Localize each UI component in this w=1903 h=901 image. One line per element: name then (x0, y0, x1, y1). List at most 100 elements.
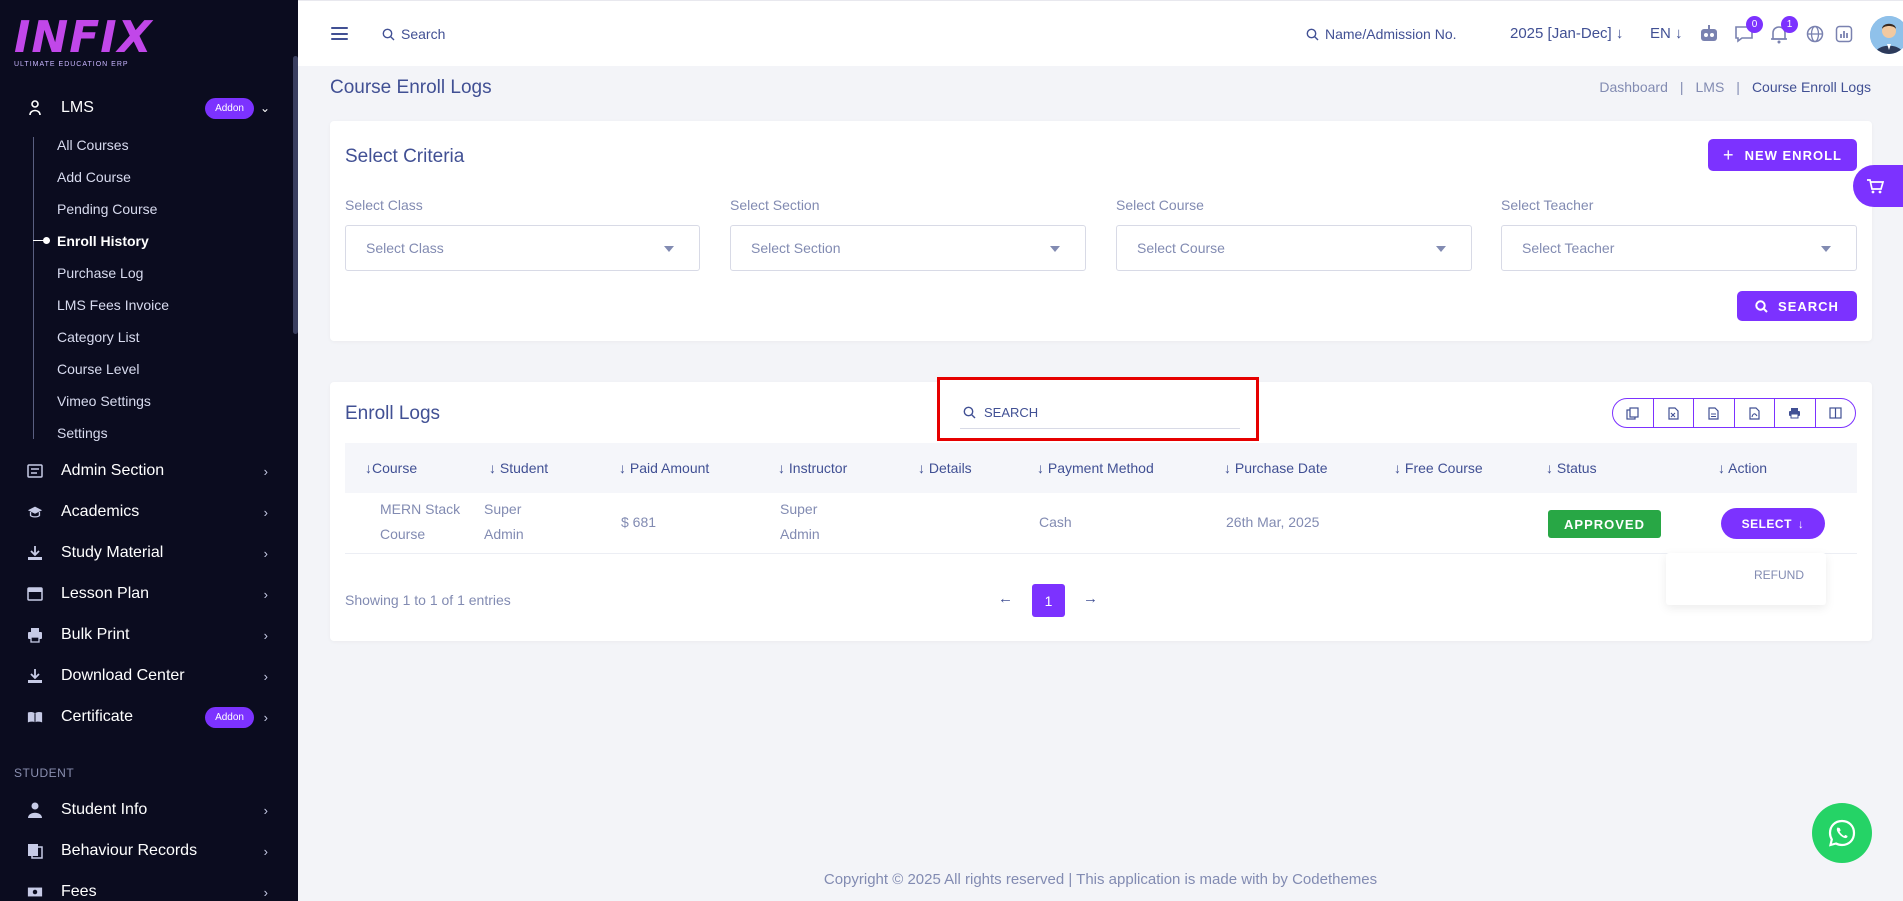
table-search-placeholder: SEARCH (984, 405, 1039, 420)
pdf-icon[interactable] (1735, 399, 1775, 427)
cell-payment-method: Cash (1039, 514, 1072, 530)
sidebar-item-certificate[interactable]: Certificate Addon › (0, 700, 290, 734)
breadcrumb-dashboard[interactable]: Dashboard (1599, 79, 1668, 95)
lms-icon (27, 100, 43, 116)
sidebar-item-fees[interactable]: Fees › (0, 875, 290, 901)
logo-text: INFIX (14, 12, 153, 63)
action-select-button[interactable]: SELECT ↓ (1721, 508, 1825, 539)
globe-icon[interactable] (1803, 22, 1827, 46)
chevron-right-icon: › (263, 885, 268, 900)
language-select[interactable]: EN ↓ (1650, 25, 1683, 42)
sidebar-subitem-course-level[interactable]: Course Level (57, 361, 140, 377)
col-label: Payment Method (1047, 460, 1154, 476)
search-button[interactable]: SEARCH (1737, 291, 1857, 321)
section-label: Select Section (730, 197, 820, 213)
sidebar-item-study-material[interactable]: Study Material › (0, 536, 290, 570)
col-label: Instructor (788, 460, 848, 476)
sidebar-item-lesson-plan[interactable]: Lesson Plan › (0, 577, 290, 611)
col-student[interactable]: ↓ Student (489, 460, 548, 476)
breadcrumb-lms[interactable]: LMS (1696, 79, 1725, 95)
sidebar-item-label: Admin Section (61, 462, 165, 479)
menu-toggle-icon[interactable] (331, 27, 348, 40)
academic-year-value: 2025 [Jan-Dec] (1510, 25, 1612, 42)
page-number[interactable]: 1 (1032, 584, 1065, 617)
sidebar-item-academics[interactable]: Academics › (0, 495, 290, 529)
col-instructor[interactable]: ↓ Instructor (778, 460, 847, 476)
col-payment-method[interactable]: ↓ Payment Method (1037, 460, 1154, 476)
col-details[interactable]: ↓ Details (918, 460, 972, 476)
enroll-logs-title: Enroll Logs (345, 403, 441, 424)
arrow-right-icon[interactable]: → (1083, 590, 1098, 607)
col-status[interactable]: ↓ Status (1546, 460, 1597, 476)
sidebar-item-label: Behaviour Records (61, 842, 198, 859)
search-icon (1755, 299, 1768, 313)
col-action[interactable]: ↓ Action (1718, 460, 1767, 476)
messages-badge: 0 (1746, 16, 1763, 33)
chart-icon[interactable] (1832, 22, 1856, 46)
avatar[interactable] (1870, 16, 1903, 54)
robot-icon[interactable] (1697, 22, 1721, 46)
action-select-label: SELECT (1741, 516, 1792, 531)
chevron-right-icon: › (263, 505, 268, 520)
sidebar-item-download-center[interactable]: Download Center › (0, 659, 290, 693)
col-paid-amount[interactable]: ↓ Paid Amount (619, 460, 709, 476)
section-select[interactable]: Select Section (730, 225, 1086, 271)
addon-badge: Addon (205, 98, 254, 119)
user-icon (27, 802, 43, 818)
whatsapp-icon[interactable] (1812, 803, 1872, 863)
copy-icon[interactable] (1613, 399, 1654, 427)
col-purchase-date[interactable]: ↓ Purchase Date (1224, 460, 1328, 476)
new-enroll-button[interactable]: + NEW ENROLL (1708, 139, 1857, 171)
columns-icon[interactable] (1816, 399, 1856, 427)
sidebar-subitem-pending-course[interactable]: Pending Course (57, 201, 157, 217)
col-free-course[interactable]: ↓ Free Course (1394, 460, 1483, 476)
sidebar-subitem-all-courses[interactable]: All Courses (57, 137, 129, 153)
sidebar-subitem-lms-fees-invoice[interactable]: LMS Fees Invoice (57, 297, 169, 313)
sidebar-item-bulk-print[interactable]: Bulk Print › (0, 618, 290, 652)
chevron-right-icon: › (263, 628, 268, 643)
money-icon (27, 884, 43, 900)
admission-search[interactable]: Name/Admission No. (1306, 26, 1457, 42)
cell-paid-amount: $ 681 (621, 514, 657, 530)
academic-year-select[interactable]: 2025 [Jan-Dec] ↓ (1510, 25, 1623, 42)
sidebar-subitem-enroll-history[interactable]: Enroll History (57, 233, 149, 249)
download-icon (27, 545, 43, 561)
table-search-input[interactable]: SEARCH (960, 397, 1240, 429)
cart-icon[interactable] (1853, 165, 1903, 207)
language-value: EN (1650, 25, 1671, 42)
sidebar-item-admin-section[interactable]: Admin Section › (0, 454, 290, 488)
breadcrumb: Dashboard | LMS | Course Enroll Logs (1599, 79, 1871, 95)
cell-instructor-line1: Super (780, 501, 818, 517)
top-search[interactable]: Search (382, 26, 445, 42)
col-label: Paid Amount (629, 460, 710, 476)
bell-icon[interactable]: 1 (1767, 16, 1798, 46)
logo[interactable]: INFIX ULTIMATE EDUCATION ERP (14, 12, 153, 69)
csv-icon[interactable] (1694, 399, 1735, 427)
sidebar-scrollbar[interactable] (293, 56, 298, 334)
search-icon (382, 28, 395, 40)
message-icon[interactable]: 0 (1732, 16, 1763, 46)
refund-menu-item[interactable]: REFUND (1754, 568, 1804, 582)
search-button-label: SEARCH (1778, 298, 1839, 314)
teacher-select[interactable]: Select Teacher (1501, 225, 1857, 271)
lesson-plan-icon (27, 586, 43, 602)
sidebar-subitem-settings[interactable]: Settings (57, 425, 108, 441)
sidebar-item-behaviour-records[interactable]: Behaviour Records › (0, 834, 290, 868)
sidebar-subitem-vimeo-settings[interactable]: Vimeo Settings (57, 393, 151, 409)
class-select[interactable]: Select Class (345, 225, 700, 271)
excel-icon[interactable] (1654, 399, 1694, 427)
col-course[interactable]: ↓Course (365, 460, 417, 476)
print-icon[interactable] (1775, 399, 1816, 427)
chevron-right-icon: › (263, 710, 268, 725)
cell-course: MERN Stack Course (380, 497, 460, 547)
course-select[interactable]: Select Course (1116, 225, 1472, 271)
class-select-value: Select Class (366, 240, 444, 256)
teacher-select-value: Select Teacher (1522, 240, 1615, 256)
sidebar-subitem-purchase-log[interactable]: Purchase Log (57, 265, 143, 281)
sidebar-subitem-add-course[interactable]: Add Course (57, 169, 131, 185)
chevron-right-icon: › (263, 844, 268, 859)
arrow-left-icon[interactable]: ← (998, 590, 1013, 607)
sidebar-item-student-info[interactable]: Student Info › (0, 793, 290, 827)
sidebar-item-lms[interactable]: LMS Addon ⌄ (0, 91, 290, 125)
sidebar-subitem-category-list[interactable]: Category List (57, 329, 139, 345)
